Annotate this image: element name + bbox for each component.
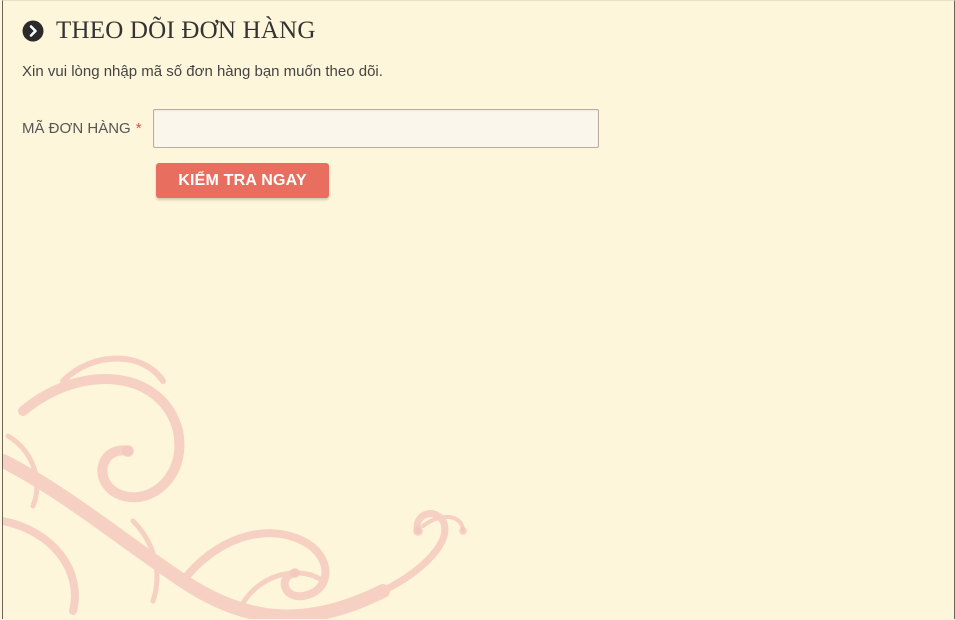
page-title: THEO DÕI ĐƠN HÀNG (56, 17, 316, 44)
chevron-right-circle-icon (22, 20, 44, 42)
order-code-label-text: MÃ ĐƠN HÀNG (22, 120, 131, 137)
check-now-button[interactable]: KIỂM TRA NGAY (156, 163, 329, 198)
required-asterisk: * (135, 120, 142, 137)
order-code-row: MÃ ĐƠN HÀNG * (22, 109, 599, 148)
order-code-input[interactable] (153, 109, 599, 148)
track-order-panel: THEO DÕI ĐƠN HÀNG Xin vui lòng nhập mã s… (2, 0, 955, 619)
page-header: THEO DÕI ĐƠN HÀNG (22, 17, 316, 45)
floral-swirl-decoration (3, 355, 467, 619)
instructions-text: Xin vui lòng nhập mã số đơn hàng bạn muố… (22, 63, 383, 80)
order-code-label: MÃ ĐƠN HÀNG * (22, 120, 153, 137)
